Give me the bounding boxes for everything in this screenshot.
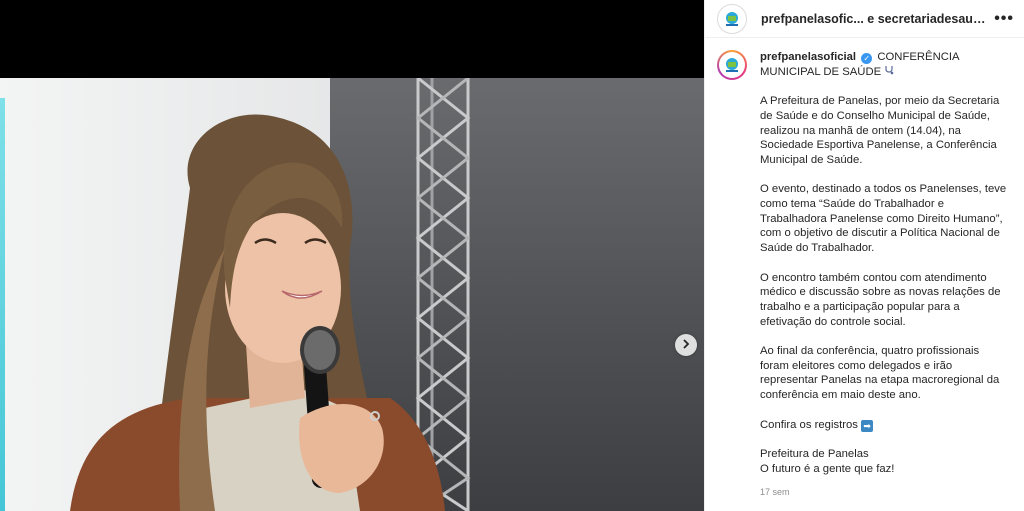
caption-cta: Confira os registros	[760, 418, 858, 431]
verified-badge-icon: ✓	[861, 53, 873, 64]
prefeitura-logo	[726, 11, 738, 26]
prefeitura-logo	[726, 58, 738, 72]
caption-signature: Prefeitura de Panelas	[760, 447, 869, 460]
post-timestamp[interactable]: 17 sem	[760, 485, 1011, 500]
post-photo	[0, 78, 704, 511]
stethoscope-icon	[884, 65, 894, 78]
caption-area: prefpanelasoficial ✓ CONFERÊNCIA MUNICIP…	[705, 38, 1024, 511]
right-arrow-emoji-icon: ➡	[861, 419, 874, 432]
post-authors[interactable]: prefpanelasofic... e secretariadesaudepa…	[761, 12, 993, 26]
next-image-button[interactable]	[675, 334, 697, 356]
caption-username[interactable]: prefpanelasoficial	[760, 51, 856, 63]
caption-paragraph: A Prefeitura de Panelas, por meio da Sec…	[760, 95, 1000, 166]
caption-paragraph: Ao final da conferência, quatro profissi…	[760, 345, 1000, 402]
caption-paragraph: O encontro também contou com atendimento…	[760, 271, 1001, 328]
caption-slogan: O futuro é a gente que faz!	[760, 462, 895, 475]
account-avatar[interactable]	[717, 3, 747, 34]
post-caption: prefpanelasoficial ✓ CONFERÊNCIA MUNICIP…	[760, 50, 1011, 511]
author-secondary[interactable]: e secretariadesaudepane...	[867, 12, 993, 26]
more-options-icon[interactable]: •••	[994, 10, 1014, 27]
post-media	[0, 0, 704, 511]
caption-paragraph: O evento, destinado a todos os Panelense…	[760, 183, 1007, 255]
chevron-right-icon	[681, 336, 691, 354]
author-primary[interactable]: prefpanelasofic...	[761, 12, 864, 26]
speaker-woman	[70, 114, 445, 511]
caption-avatar[interactable]	[717, 50, 747, 80]
post-sidebar: prefpanelasofic... e secretariadesaudepa…	[704, 0, 1024, 511]
post-header: prefpanelasofic... e secretariadesaudepa…	[705, 0, 1024, 38]
